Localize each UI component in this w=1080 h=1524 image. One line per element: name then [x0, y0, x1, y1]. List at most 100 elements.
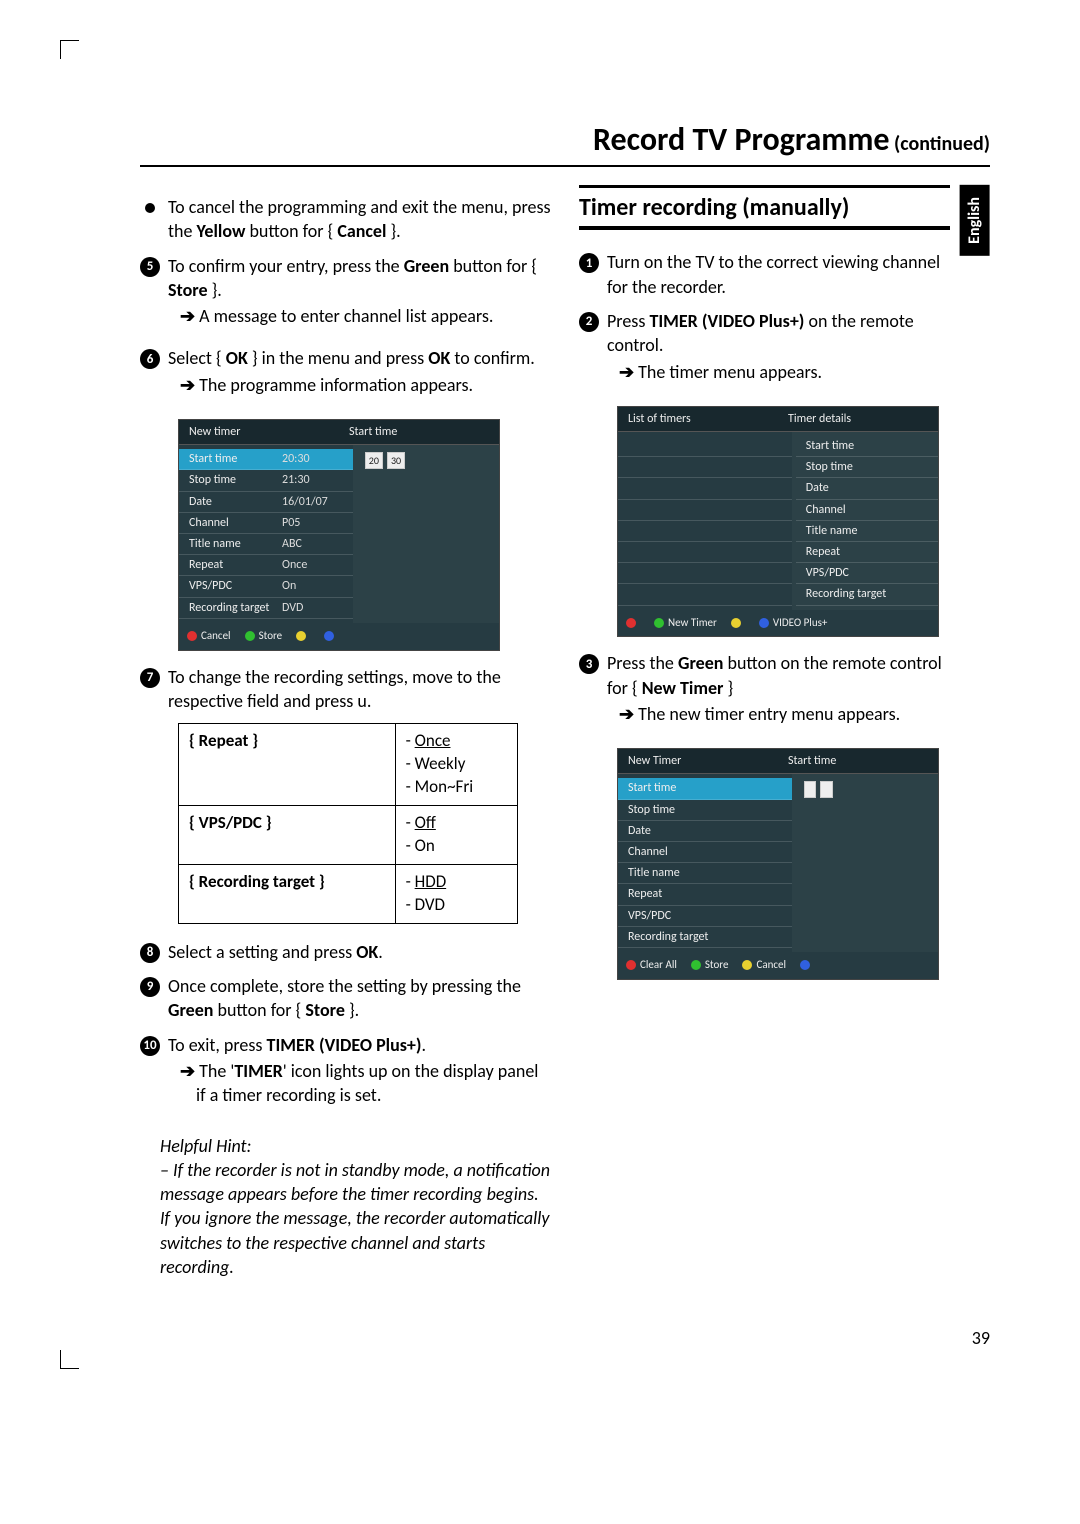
foot-green: Store: [259, 629, 283, 642]
t: button for {: [245, 220, 337, 242]
step-r3: 3 Press the Green button on the remote c…: [579, 651, 950, 734]
opt-repeat-label: { Repeat }: [189, 730, 258, 751]
box-hh: 20: [365, 452, 383, 469]
t: Store: [305, 999, 345, 1021]
helpful-hint: Helpful Hint: – If the recorder is not i…: [160, 1134, 551, 1280]
osd1-head-right: Start time: [339, 420, 499, 445]
osd1-left: Start time20:30 Stop time21:30 Date16/01…: [179, 445, 353, 623]
lbl: VPS/PDC: [628, 908, 671, 924]
step-6: 6 Select { OK } in the menu and press OK…: [140, 346, 551, 405]
t: TIMER (VIDEO Plus+): [267, 1034, 422, 1056]
box-mm: [820, 781, 833, 798]
foot-red: Cancel: [201, 629, 231, 642]
step-r2: 2 Press TIMER (VIDEO Plus+) on the remot…: [579, 309, 950, 392]
lbl: Title name: [189, 536, 274, 552]
left-column: To cancel the programming and exit the m…: [140, 185, 551, 1297]
v: Weekly: [415, 753, 466, 774]
osd1-right: 2030: [353, 445, 499, 623]
opt-vps-label: { VPS/PDC }: [189, 812, 272, 833]
t: Green: [168, 999, 213, 1021]
bullet-cancel: To cancel the programming and exit the m…: [140, 195, 551, 244]
t: }.: [386, 220, 400, 242]
v: HDD: [415, 871, 447, 892]
title-rule: [140, 165, 990, 167]
t: Yellow: [197, 220, 246, 242]
lbl: Channel: [628, 844, 668, 860]
step-r2-result: The timer menu appears.: [607, 360, 950, 384]
step-9-num: 9: [140, 977, 160, 997]
t: }.: [208, 279, 222, 301]
lbl: Stop time: [189, 472, 274, 488]
step-10: 10 To exit, press TIMER (VIDEO Plus+). T…: [140, 1033, 551, 1116]
lbl: Recording target: [628, 929, 708, 945]
lbl: Start time: [628, 780, 676, 796]
osd3-head-right: Start time: [778, 749, 938, 774]
lbl: Stop time: [806, 459, 853, 475]
t: To confirm your entry, press the: [168, 255, 404, 277]
lbl: Stop time: [628, 802, 675, 818]
t: .: [422, 1034, 427, 1056]
val: Once: [282, 557, 307, 573]
osd-new-timer-blank: New Timer Start time Start time Stop tim…: [617, 748, 939, 980]
foot-blue: VIDEO Plus+: [773, 616, 828, 629]
osd2-head-left: List of timers: [618, 407, 778, 432]
osd1-footer: Cancel Store: [179, 623, 499, 650]
osd3-right: [792, 774, 938, 952]
lbl: Date: [806, 480, 829, 496]
step-9: 9 Once complete, store the setting by pr…: [140, 974, 551, 1023]
box-mm: 30: [387, 452, 405, 469]
osd3-left: Start time Stop time Date Channel Title …: [618, 774, 792, 952]
t: Select a setting and press: [168, 941, 356, 963]
step-7: 7 To change the recording settings, move…: [140, 665, 551, 714]
osd3-footer: Clear All Store Cancel: [618, 952, 938, 979]
val: P05: [282, 515, 300, 531]
t: .: [378, 941, 383, 963]
right-column: Timer recording (manually) 1 Turn on the…: [579, 185, 990, 1297]
foot-green: Store: [705, 958, 729, 971]
t: TIMER (VIDEO Plus+): [649, 310, 804, 332]
lbl: Title name: [806, 523, 858, 539]
step-5: 5 To confirm your entry, press the Green…: [140, 254, 551, 337]
step-8-num: 8: [140, 943, 160, 963]
step-6-result: The programme information appears.: [168, 373, 551, 397]
lbl: Repeat: [189, 557, 274, 573]
dot-green-icon: [654, 618, 664, 628]
val: DVD: [282, 600, 303, 616]
step-r1: 1 Turn on the TV to the correct viewing …: [579, 250, 950, 299]
lbl: Date: [628, 823, 651, 839]
t: OK: [356, 941, 378, 963]
step-5-num: 5: [140, 257, 160, 277]
t: }: [723, 677, 733, 699]
val: 21:30: [282, 472, 310, 488]
v: Off: [415, 812, 436, 833]
dot-red-icon: [187, 631, 197, 641]
page-title-main: Record TV Programme: [593, 120, 890, 159]
val: ABC: [282, 536, 302, 552]
dot-yellow-icon: [731, 618, 741, 628]
opt-repeat-values: - Once - Weekly - Mon~Fri: [395, 724, 517, 806]
foot-green: New Timer: [668, 616, 717, 629]
lbl: Title name: [628, 865, 680, 881]
t: Green: [404, 255, 449, 277]
osd1-head-left: New timer: [179, 420, 339, 445]
box-hh: [804, 781, 817, 798]
dot-blue-icon: [800, 960, 810, 970]
t: to confirm.: [450, 347, 535, 369]
foot-yellow: Cancel: [756, 958, 786, 971]
step-r1-num: 1: [579, 253, 599, 273]
step-5-result: A message to enter channel list appears.: [168, 304, 551, 328]
step-r1-text: Turn on the TV to the correct viewing ch…: [607, 250, 950, 299]
t: button for {: [213, 999, 305, 1021]
dot-blue-icon: [759, 618, 769, 628]
opt-vps-values: - Off - On: [395, 806, 517, 865]
t: Press: [607, 310, 649, 332]
bullet-icon: [145, 203, 155, 213]
t: button for {: [449, 255, 537, 277]
t: Select {: [168, 347, 226, 369]
lbl: VPS/PDC: [189, 578, 274, 594]
hint-body: – If the recorder is not in standby mode…: [160, 1159, 550, 1278]
lbl: Date: [189, 494, 274, 510]
t: The ': [199, 1060, 234, 1082]
dot-green-icon: [691, 960, 701, 970]
dot-blue-icon: [324, 631, 334, 641]
